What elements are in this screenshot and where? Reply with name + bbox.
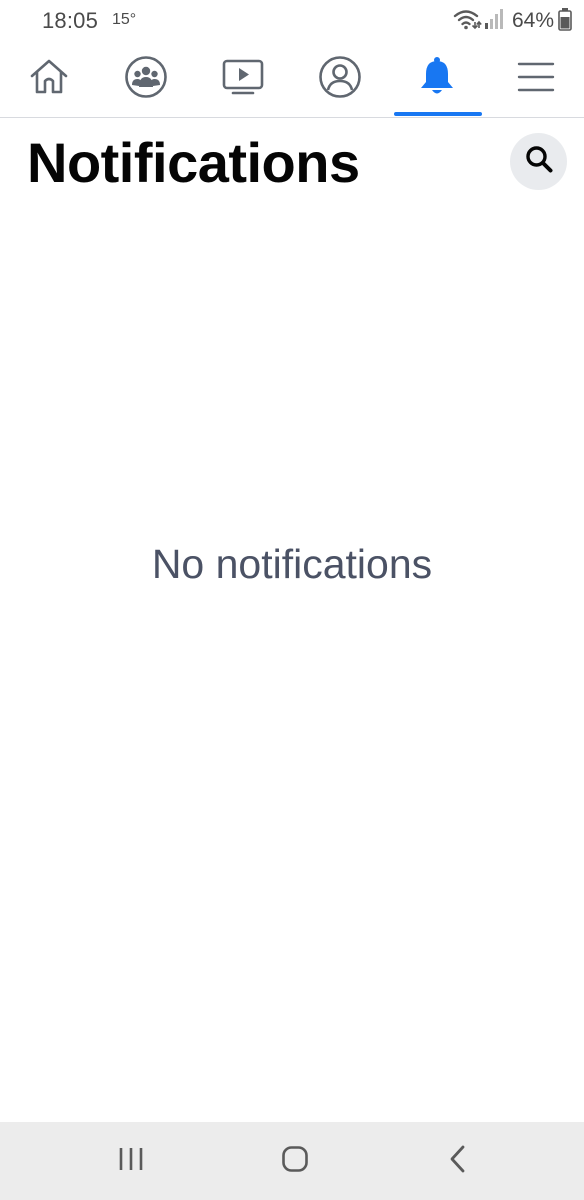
profile-icon xyxy=(318,55,362,104)
status-temperature: 15° xyxy=(112,11,137,28)
battery-percent: 64% xyxy=(511,9,554,32)
active-tab-indicator xyxy=(394,112,482,116)
status-bar: 18:05 15° 64% xyxy=(0,0,584,42)
back-button[interactable] xyxy=(408,1122,508,1200)
system-navigation-bar xyxy=(0,1122,584,1200)
tab-groups[interactable] xyxy=(97,42,194,117)
tab-watch[interactable] xyxy=(194,42,291,117)
empty-state-message: No notifications xyxy=(151,541,433,587)
video-icon xyxy=(221,57,265,102)
tab-menu[interactable] xyxy=(487,42,584,117)
status-indicators: 64% xyxy=(452,6,572,36)
search-icon xyxy=(524,144,554,179)
tab-notifications[interactable] xyxy=(388,42,485,117)
search-button[interactable] xyxy=(510,133,567,190)
home-nav-button[interactable] xyxy=(245,1122,345,1200)
signal-icon xyxy=(484,8,504,35)
tab-home[interactable] xyxy=(0,42,97,117)
menu-icon xyxy=(517,60,555,99)
wifi-icon xyxy=(452,8,482,35)
back-icon xyxy=(447,1145,469,1178)
recents-button[interactable] xyxy=(81,1122,181,1200)
groups-icon xyxy=(124,55,168,104)
tab-bar xyxy=(0,42,584,118)
home-circle-icon xyxy=(281,1145,309,1178)
tab-profile[interactable] xyxy=(291,42,388,117)
battery-icon xyxy=(558,7,572,36)
status-time: 18:05 xyxy=(42,8,99,33)
bell-icon xyxy=(415,55,459,104)
recents-icon xyxy=(116,1146,146,1177)
home-icon xyxy=(28,56,70,103)
page-title: Notifications xyxy=(27,131,360,194)
